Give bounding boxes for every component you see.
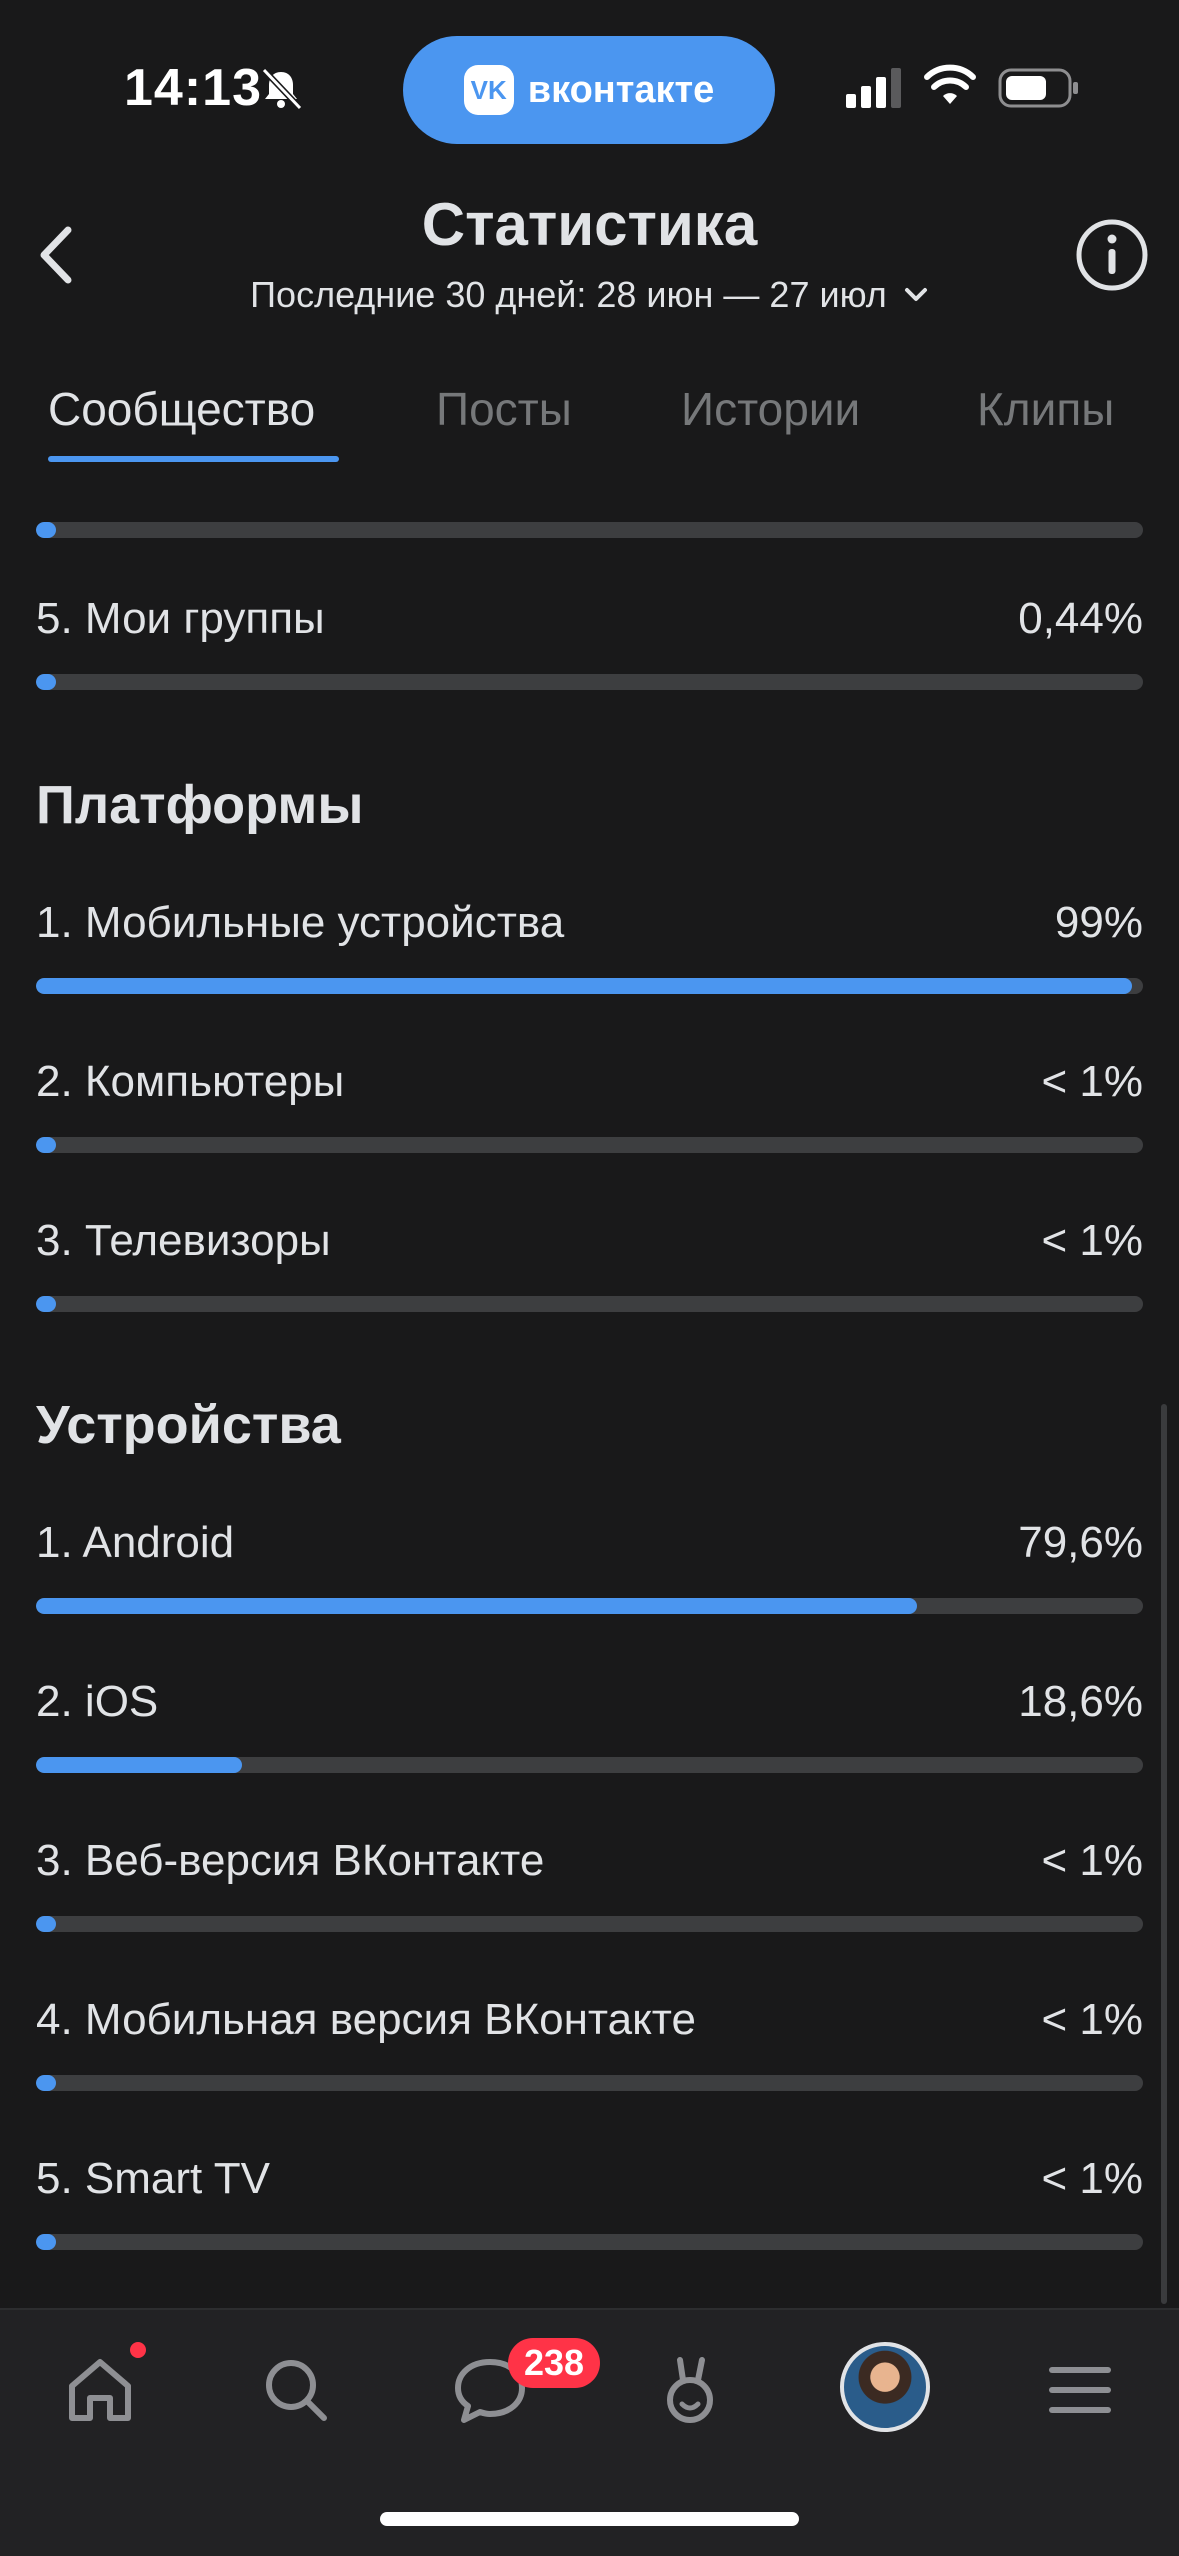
progress-fill	[36, 674, 56, 690]
tab-stories[interactable]: Истории	[681, 382, 860, 436]
page-title: Статистика	[421, 191, 758, 258]
row-label: 1. Мобильные устройства	[36, 898, 565, 947]
row-value: < 1%	[1041, 1216, 1143, 1265]
period-selector[interactable]: Последние 30 дней: 28 июн — 27 июл	[0, 274, 1179, 316]
progress-track	[36, 1916, 1143, 1932]
scrollbar[interactable]	[1161, 1404, 1167, 2304]
period-label: Последние 30 дней: 28 июн — 27 июл	[250, 274, 887, 315]
progress-fill	[36, 1757, 242, 1773]
row-value: < 1%	[1041, 1836, 1143, 1885]
vk-pill-label: вконтакте	[527, 68, 715, 111]
row-value: 79,6%	[1018, 1518, 1143, 1567]
progress-fill	[36, 2234, 56, 2250]
tabs: Сообщество Посты Истории Клипы	[0, 370, 1179, 462]
info-button[interactable]	[1075, 218, 1149, 292]
status-time: 14:13	[124, 59, 262, 117]
row-label: 1. Android	[36, 1518, 235, 1567]
tab-community[interactable]: Сообщество	[48, 382, 315, 436]
row-value: < 1%	[1041, 1057, 1143, 1106]
progress-track	[36, 978, 1143, 994]
row-value: 0,44%	[1018, 594, 1143, 643]
battery-icon	[998, 68, 1078, 108]
home-notification-dot	[130, 2342, 146, 2358]
search-icon[interactable]	[256, 2350, 336, 2430]
progress-track	[36, 1757, 1143, 1773]
row-value: 99%	[1054, 898, 1143, 947]
status-bar: 14:13 VK вконтакте	[0, 0, 1179, 170]
messages-badge: 238	[508, 2338, 601, 2388]
row-value: 18,6%	[1018, 1677, 1143, 1726]
home-icon[interactable]	[60, 2350, 140, 2430]
home-indicator[interactable]	[380, 2512, 799, 2526]
row-label: 5. Мои группы	[36, 594, 325, 643]
vk-logo: VK	[463, 65, 514, 115]
tab-posts[interactable]: Посты	[436, 382, 572, 436]
screen: 14:13 VK вконтакте Статистика Последние …	[0, 0, 1179, 2556]
wifi-icon	[924, 64, 976, 104]
tab-clips[interactable]: Клипы	[977, 382, 1114, 436]
progress-fill	[36, 2075, 56, 2091]
platforms-section-title: Платформы	[36, 775, 364, 835]
progress-fill	[36, 1137, 56, 1153]
progress-track	[36, 1296, 1143, 1312]
row-label: 5. Smart TV	[36, 2154, 270, 2203]
stats-content: 5. Мои группы 0,44% Платформы 1. Мобильн…	[0, 462, 1179, 2310]
progress-track	[36, 1137, 1143, 1153]
row-label: 2. Компьютеры	[36, 1057, 345, 1106]
progress-fill	[36, 1916, 56, 1932]
progress-track	[36, 2075, 1143, 2091]
progress-fill	[36, 1296, 56, 1312]
row-value: < 1%	[1041, 2154, 1143, 2203]
vk-app-pill[interactable]: VK вконтакте	[403, 36, 775, 144]
chevron-down-icon	[904, 288, 927, 301]
progress-fill	[36, 522, 56, 538]
progress-track	[36, 1598, 1143, 1614]
progress-fill	[36, 978, 1132, 994]
progress-track	[36, 2234, 1143, 2250]
progress-track	[36, 522, 1143, 538]
progress-fill	[36, 1598, 918, 1614]
row-label: 2. iOS	[36, 1677, 159, 1726]
menu-icon[interactable]	[1040, 2350, 1120, 2430]
row-label: 4. Мобильная версия ВКонтакте	[36, 1995, 696, 2044]
row-label: 3. Телевизоры	[36, 1216, 331, 1265]
signal-icon	[846, 68, 901, 108]
profile-avatar[interactable]	[840, 2342, 930, 2432]
row-value: < 1%	[1041, 1995, 1143, 2044]
devices-section-title: Устройства	[36, 1395, 341, 1455]
row-label: 3. Веб-версия ВКонтакте	[36, 1836, 545, 1885]
bell-slash-icon	[261, 67, 303, 111]
clips-icon[interactable]	[650, 2350, 730, 2430]
progress-track	[36, 674, 1143, 690]
